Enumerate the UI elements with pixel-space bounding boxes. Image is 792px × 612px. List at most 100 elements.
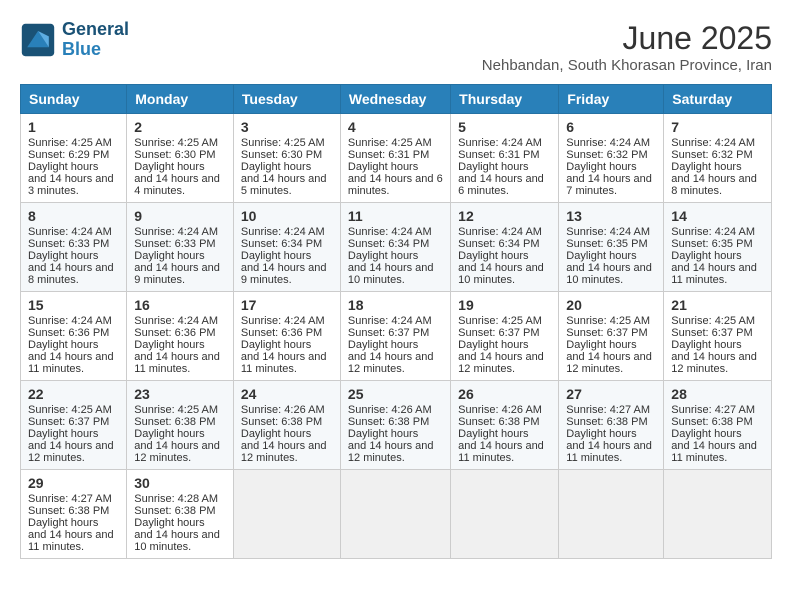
sunrise-label: Sunrise: 4:24 AM [566, 137, 650, 149]
daylight-label: Daylight hours [241, 161, 311, 173]
calendar-cell: 8 Sunrise: 4:24 AM Sunset: 6:33 PM Dayli… [21, 203, 127, 292]
day-number: 21 [671, 297, 764, 313]
daylight-value: and 14 hours and 11 minutes. [458, 440, 544, 464]
daylight-label: Daylight hours [671, 250, 741, 262]
sunset-label: Sunset: 6:38 PM [458, 416, 539, 428]
daylight-label: Daylight hours [566, 339, 636, 351]
daylight-label: Daylight hours [134, 161, 204, 173]
daylight-label: Daylight hours [348, 250, 418, 262]
daylight-value: and 14 hours and 11 minutes. [28, 529, 114, 553]
day-number: 16 [134, 297, 226, 313]
daylight-value: and 14 hours and 9 minutes. [241, 262, 327, 286]
sunrise-label: Sunrise: 4:24 AM [458, 137, 542, 149]
calendar-cell: 18 Sunrise: 4:24 AM Sunset: 6:37 PM Dayl… [340, 292, 450, 381]
daylight-label: Daylight hours [671, 339, 741, 351]
calendar-cell: 4 Sunrise: 4:25 AM Sunset: 6:31 PM Dayli… [340, 114, 450, 203]
calendar-cell: 16 Sunrise: 4:24 AM Sunset: 6:36 PM Dayl… [127, 292, 234, 381]
page-title: June 2025 [482, 20, 772, 57]
calendar-week-3: 15 Sunrise: 4:24 AM Sunset: 6:36 PM Dayl… [21, 292, 772, 381]
calendar-cell: 2 Sunrise: 4:25 AM Sunset: 6:30 PM Dayli… [127, 114, 234, 203]
calendar-cell: 26 Sunrise: 4:26 AM Sunset: 6:38 PM Dayl… [451, 381, 559, 470]
daylight-label: Daylight hours [134, 428, 204, 440]
day-number: 7 [671, 119, 764, 135]
day-number: 15 [28, 297, 119, 313]
day-number: 27 [566, 386, 656, 402]
logo-line1: General [62, 20, 129, 40]
sunset-label: Sunset: 6:36 PM [134, 327, 215, 339]
sunset-label: Sunset: 6:31 PM [458, 149, 539, 161]
day-number: 19 [458, 297, 551, 313]
day-number: 11 [348, 208, 443, 224]
daylight-label: Daylight hours [28, 517, 98, 529]
page-subtitle: Nehbandan, South Khorasan Province, Iran [482, 57, 772, 74]
daylight-label: Daylight hours [458, 428, 528, 440]
sunset-label: Sunset: 6:37 PM [458, 327, 539, 339]
daylight-value: and 14 hours and 11 minutes. [671, 440, 757, 464]
daylight-value: and 14 hours and 12 minutes. [134, 440, 220, 464]
calendar-cell: 7 Sunrise: 4:24 AM Sunset: 6:32 PM Dayli… [664, 114, 772, 203]
calendar-cell: 21 Sunrise: 4:25 AM Sunset: 6:37 PM Dayl… [664, 292, 772, 381]
sunrise-label: Sunrise: 4:25 AM [348, 137, 432, 149]
calendar-cell [451, 470, 559, 559]
daylight-label: Daylight hours [241, 428, 311, 440]
sunrise-label: Sunrise: 4:24 AM [566, 226, 650, 238]
daylight-value: and 14 hours and 11 minutes. [241, 351, 327, 375]
sunrise-label: Sunrise: 4:24 AM [28, 315, 112, 327]
calendar-cell: 27 Sunrise: 4:27 AM Sunset: 6:38 PM Dayl… [559, 381, 664, 470]
sunrise-label: Sunrise: 4:25 AM [458, 315, 542, 327]
sunrise-label: Sunrise: 4:25 AM [28, 404, 112, 416]
header-friday: Friday [559, 85, 664, 114]
sunset-label: Sunset: 6:38 PM [566, 416, 647, 428]
sunset-label: Sunset: 6:38 PM [241, 416, 322, 428]
day-number: 2 [134, 119, 226, 135]
daylight-value: and 14 hours and 7 minutes. [566, 173, 652, 197]
calendar-cell: 11 Sunrise: 4:24 AM Sunset: 6:34 PM Dayl… [340, 203, 450, 292]
sunset-label: Sunset: 6:36 PM [241, 327, 322, 339]
daylight-value: and 14 hours and 12 minutes. [241, 440, 327, 464]
calendar-cell: 19 Sunrise: 4:25 AM Sunset: 6:37 PM Dayl… [451, 292, 559, 381]
daylight-label: Daylight hours [348, 428, 418, 440]
sunset-label: Sunset: 6:38 PM [28, 505, 109, 517]
daylight-value: and 14 hours and 4 minutes. [134, 173, 220, 197]
sunrise-label: Sunrise: 4:26 AM [241, 404, 325, 416]
calendar-cell [559, 470, 664, 559]
sunset-label: Sunset: 6:35 PM [566, 238, 647, 250]
calendar-cell: 12 Sunrise: 4:24 AM Sunset: 6:34 PM Dayl… [451, 203, 559, 292]
daylight-value: and 14 hours and 10 minutes. [458, 262, 544, 286]
daylight-label: Daylight hours [458, 339, 528, 351]
sunset-label: Sunset: 6:31 PM [348, 149, 429, 161]
daylight-value: and 14 hours and 11 minutes. [671, 262, 757, 286]
calendar-cell: 24 Sunrise: 4:26 AM Sunset: 6:38 PM Dayl… [233, 381, 340, 470]
sunrise-label: Sunrise: 4:24 AM [134, 315, 218, 327]
day-number: 30 [134, 475, 226, 491]
day-number: 12 [458, 208, 551, 224]
header-thursday: Thursday [451, 85, 559, 114]
daylight-label: Daylight hours [134, 339, 204, 351]
daylight-value: and 14 hours and 9 minutes. [134, 262, 220, 286]
daylight-label: Daylight hours [671, 428, 741, 440]
sunset-label: Sunset: 6:38 PM [671, 416, 752, 428]
sunrise-label: Sunrise: 4:25 AM [241, 137, 325, 149]
daylight-label: Daylight hours [458, 250, 528, 262]
sunrise-label: Sunrise: 4:26 AM [458, 404, 542, 416]
day-number: 3 [241, 119, 333, 135]
daylight-value: and 14 hours and 8 minutes. [671, 173, 757, 197]
calendar-cell: 1 Sunrise: 4:25 AM Sunset: 6:29 PM Dayli… [21, 114, 127, 203]
logo-icon [20, 22, 56, 58]
sunrise-label: Sunrise: 4:24 AM [348, 315, 432, 327]
daylight-value: and 14 hours and 10 minutes. [566, 262, 652, 286]
day-number: 13 [566, 208, 656, 224]
daylight-label: Daylight hours [566, 250, 636, 262]
calendar-cell: 6 Sunrise: 4:24 AM Sunset: 6:32 PM Dayli… [559, 114, 664, 203]
day-number: 9 [134, 208, 226, 224]
sunset-label: Sunset: 6:33 PM [134, 238, 215, 250]
day-number: 20 [566, 297, 656, 313]
sunset-label: Sunset: 6:34 PM [348, 238, 429, 250]
daylight-value: and 14 hours and 12 minutes. [348, 440, 434, 464]
daylight-label: Daylight hours [134, 517, 204, 529]
calendar-week-1: 1 Sunrise: 4:25 AM Sunset: 6:29 PM Dayli… [21, 114, 772, 203]
sunrise-label: Sunrise: 4:24 AM [458, 226, 542, 238]
sunrise-label: Sunrise: 4:25 AM [28, 137, 112, 149]
daylight-value: and 14 hours and 12 minutes. [566, 351, 652, 375]
sunrise-label: Sunrise: 4:24 AM [671, 226, 755, 238]
